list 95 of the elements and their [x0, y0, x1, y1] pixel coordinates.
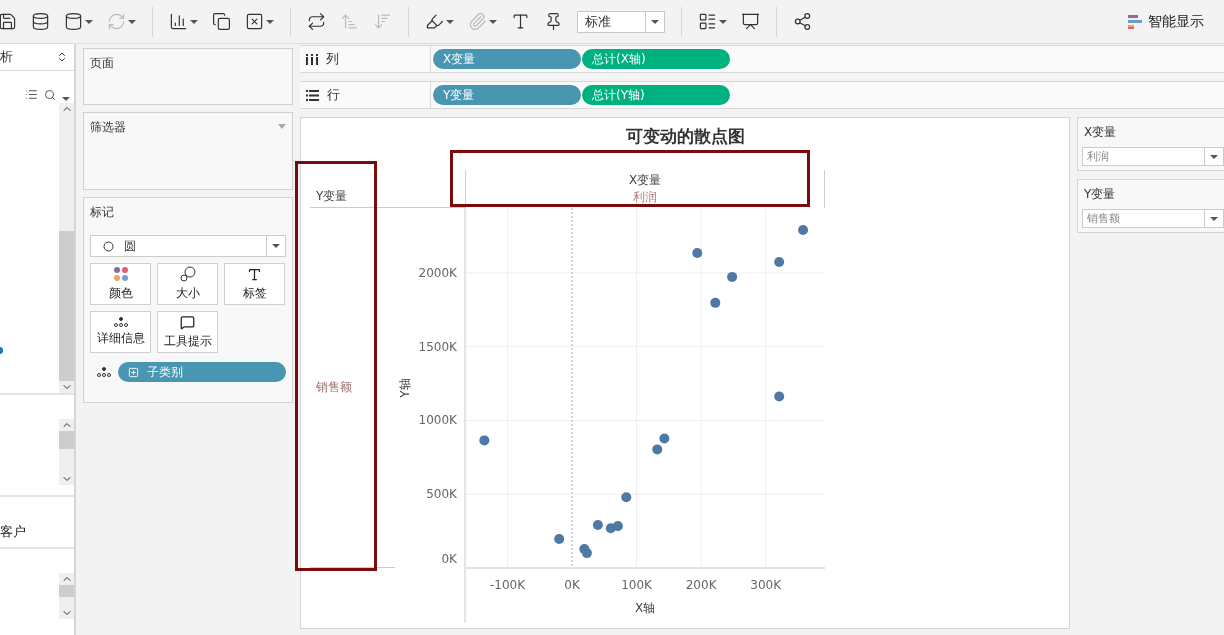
tick-label: 2000K: [418, 265, 457, 280]
save-icon: [0, 12, 17, 31]
data-point[interactable]: [798, 225, 809, 235]
text-icon: [247, 266, 262, 282]
color-mark-button[interactable]: 颜色: [90, 263, 151, 305]
circle-icon: [103, 240, 114, 252]
scrollbar[interactable]: [59, 103, 74, 393]
label-mark-button[interactable]: 标签: [224, 263, 285, 305]
sort-asc-icon: [340, 12, 359, 31]
clear-icon: [245, 12, 264, 31]
columns-icon: [306, 53, 318, 65]
data-point[interactable]: [659, 433, 670, 444]
data-point[interactable]: [692, 248, 703, 258]
sort-icon[interactable]: [56, 51, 68, 63]
dots-icon: [96, 367, 112, 377]
caret-icon: [272, 244, 280, 248]
swap-icon: [307, 12, 326, 31]
sort-desc-icon: [373, 12, 392, 31]
tick-label: 1500K: [418, 339, 457, 354]
shelf-label: 行: [300, 82, 431, 108]
card-title: 标记: [90, 204, 114, 221]
header-value: 利润: [633, 189, 657, 206]
card-title: Y变量: [1083, 186, 1117, 203]
four-dots-icon: [112, 266, 129, 282]
parameter-dropdown[interactable]: 利润: [1082, 147, 1224, 166]
data-point[interactable]: [774, 257, 785, 267]
card-title: X变量: [1083, 124, 1118, 141]
refresh-icon: [107, 12, 126, 31]
caret-icon: [266, 19, 274, 24]
pin-icon: [544, 12, 563, 31]
caret-icon: [446, 19, 454, 24]
tooltip-mark-button[interactable]: 工具提示: [157, 311, 218, 353]
dots-icon: [112, 317, 129, 327]
data-point[interactable]: [652, 444, 663, 455]
fit-dropdown[interactable]: 标准: [577, 10, 665, 33]
scrollbar[interactable]: [59, 573, 74, 619]
detail-mark-button[interactable]: 详细信息: [90, 311, 151, 353]
caret-icon: [128, 19, 136, 24]
circles-icon: [179, 266, 196, 282]
new-source-icon: [31, 12, 50, 31]
pause-source-icon: [64, 12, 83, 31]
caret-icon: [1210, 154, 1218, 159]
chart-icon: [698, 12, 717, 31]
shelf-label: 列: [300, 46, 431, 72]
tick-label: 0K: [441, 552, 457, 566]
axis-title: X轴: [634, 601, 656, 615]
field-item[interactable]: 客户: [0, 523, 26, 541]
header-title: X变量: [628, 172, 662, 189]
tick-label: 1000K: [418, 413, 457, 428]
tick-label: 200K: [685, 578, 717, 592]
clip-icon: [468, 12, 487, 31]
chart-title: 可变动的散点图: [625, 125, 745, 148]
axis-title: Y轴: [398, 378, 412, 398]
caret-icon: [190, 19, 198, 24]
share-icon: [793, 12, 812, 31]
data-point[interactable]: [581, 548, 592, 559]
data-point[interactable]: [621, 492, 632, 503]
duplicate-icon: [212, 12, 231, 31]
data-point[interactable]: [479, 435, 490, 446]
data-point[interactable]: [554, 534, 565, 545]
pane-title: 析: [0, 48, 13, 66]
data-point[interactable]: [774, 391, 785, 402]
expand-icon: [128, 366, 139, 378]
scrollbar[interactable]: [59, 419, 74, 485]
card-title: 页面: [90, 55, 114, 72]
data-point[interactable]: [592, 520, 603, 531]
size-mark-button[interactable]: 大小: [157, 263, 218, 305]
data-point[interactable]: [612, 521, 623, 532]
tick-label: -100K: [490, 578, 526, 592]
tick-label: 100K: [621, 578, 652, 592]
speech-bubble-icon: [180, 314, 195, 330]
data-point[interactable]: [727, 271, 738, 282]
new-sheet-icon: [169, 12, 188, 31]
present-icon: [741, 12, 760, 31]
caret-icon: [651, 19, 659, 24]
header-title: Y变量: [316, 188, 348, 205]
tick-label: 500K: [426, 487, 457, 502]
parameter-dropdown[interactable]: 销售额: [1082, 209, 1224, 228]
data-point[interactable]: [710, 297, 721, 308]
mark-type-dropdown[interactable]: 圆: [90, 235, 286, 257]
label-icon: [511, 12, 530, 31]
caret-icon: [489, 19, 497, 24]
caret-icon: [1210, 216, 1218, 221]
list-view-icon[interactable]: [25, 88, 38, 101]
card-title: 筛选器: [90, 119, 126, 136]
tick-label: 300K: [750, 578, 782, 592]
header-value: 销售额: [316, 379, 352, 396]
highlight-icon: [425, 12, 444, 31]
caret-icon: [719, 19, 727, 24]
tick-label: 0K: [564, 578, 580, 592]
show-me-button[interactable]: 智能显示: [1122, 11, 1210, 32]
bars-icon: [1128, 13, 1142, 30]
rows-icon: [306, 89, 319, 101]
caret-icon: [85, 19, 93, 24]
search-icon[interactable]: [44, 89, 56, 101]
